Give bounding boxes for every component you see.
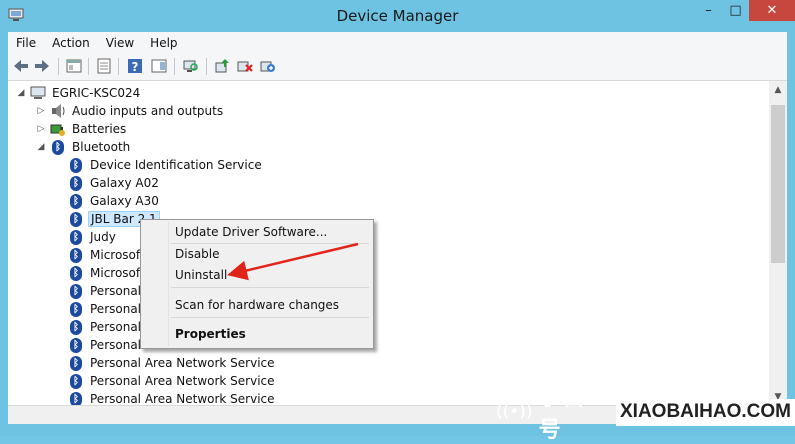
menu-item-uninstall[interactable]: Uninstall (141, 265, 373, 285)
action-pane-icon[interactable] (150, 57, 168, 75)
menu-item-properties[interactable]: Properties (141, 324, 373, 344)
bluetooth-icon: ᛒ (68, 283, 84, 299)
device-tree[interactable]: ◢ EGRIC-KSC024 ▷ Audio inputs and output… (8, 81, 769, 405)
menu-view[interactable]: View (98, 36, 142, 50)
device-label: Personal Area Network Service (90, 356, 275, 370)
menu-separator (171, 287, 369, 288)
computer-name: EGRIC-KSC024 (52, 86, 141, 100)
expand-chevron-icon[interactable]: ▷ (36, 106, 46, 116)
tree-device[interactable]: ᛒ Judy (68, 228, 118, 246)
bluetooth-icon: ᛒ (68, 301, 84, 317)
help-icon[interactable]: ? (126, 57, 144, 75)
update-driver-icon[interactable] (213, 57, 231, 75)
tree-category-batteries[interactable]: ▷ Batteries (36, 120, 128, 138)
tree-device[interactable]: ᛒ Personal Area Network Service (68, 390, 277, 405)
tree-device[interactable]: ᛒ Device Identification Service (68, 156, 264, 174)
menu-item-label: Uninstall (175, 268, 228, 282)
bluetooth-icon: ᛒ (68, 337, 84, 353)
bluetooth-icon: ᛒ (68, 373, 84, 389)
scan-hardware-icon[interactable] (259, 57, 277, 75)
toolbar-separator (206, 58, 207, 75)
tree-device[interactable]: ᛒ Personal Area Network Service (68, 354, 277, 372)
menu-separator (171, 317, 369, 318)
menu-help[interactable]: Help (142, 36, 185, 50)
menu-item-label: Scan for hardware changes (175, 298, 340, 312)
device-label: Galaxy A02 (90, 176, 159, 190)
bluetooth-icon: ᛒ (68, 319, 84, 335)
window-title: Device Manager (336, 7, 459, 25)
properties-icon[interactable] (95, 57, 113, 75)
collapse-chevron-icon[interactable]: ◢ (36, 142, 46, 152)
scroll-up-arrow-icon[interactable]: ▲ (769, 81, 787, 98)
uninstall-device-icon[interactable] (236, 57, 254, 75)
toolbar-separator (88, 58, 89, 75)
bluetooth-icon: ᛒ (68, 247, 84, 263)
bluetooth-icon: ᛒ (68, 265, 84, 281)
speaker-icon (50, 103, 66, 119)
bluetooth-icon: ᛒ (68, 157, 84, 173)
menu-item-scan-hardware[interactable]: Scan for hardware changes (141, 295, 373, 315)
show-hide-console-tree-icon[interactable] (65, 57, 83, 75)
computer-scan-icon[interactable] (182, 57, 200, 75)
bluetooth-icon: ᛒ (68, 193, 84, 209)
watermark-cn: 小白号 (538, 386, 587, 443)
svg-text:?: ? (132, 60, 139, 74)
bluetooth-icon: ᛒ (50, 139, 66, 155)
bluetooth-icon: ᛒ (68, 355, 84, 371)
collapse-chevron-icon[interactable]: ◢ (16, 88, 26, 98)
menu-item-disable[interactable]: Disable (141, 244, 373, 264)
category-label: Bluetooth (72, 140, 131, 154)
device-label: Personal Area Network Service (90, 374, 275, 388)
forward-arrow-icon[interactable] (33, 57, 51, 75)
menu-item-label: Properties (175, 327, 246, 341)
tree-category-bluetooth[interactable]: ◢ ᛒ Bluetooth (36, 138, 132, 156)
category-label: Batteries (72, 122, 127, 136)
bluetooth-icon: ᛒ (68, 229, 84, 245)
minimize-button[interactable]: – (695, 0, 722, 21)
menu-item-update-driver[interactable]: Update Driver Software... (141, 222, 373, 242)
tree-root[interactable]: ◢ EGRIC-KSC024 (16, 84, 142, 102)
toolbar: ? (8, 53, 787, 81)
bluetooth-icon: ᛒ (68, 175, 84, 191)
toolbar-separator (58, 58, 59, 75)
bluetooth-icon: ᛒ (68, 391, 84, 405)
tree-device[interactable]: ᛒ Galaxy A30 (68, 192, 161, 210)
device-label: Galaxy A30 (90, 194, 159, 208)
device-manager-window: Device Manager – □ ✕ File Action View He… (0, 0, 795, 443)
menu-bar: File Action View Help (8, 32, 787, 53)
title-bar[interactable]: Device Manager – □ ✕ (0, 0, 795, 32)
context-menu: Update Driver Software... Disable Uninst… (140, 219, 374, 349)
close-button[interactable]: ✕ (749, 0, 795, 21)
menu-action[interactable]: Action (44, 36, 98, 50)
device-label: Judy (90, 230, 116, 244)
scrollbar-thumb[interactable] (771, 105, 785, 263)
menu-item-label: Disable (175, 247, 220, 261)
menu-item-label: Update Driver Software... (175, 225, 328, 239)
toolbar-separator (118, 58, 119, 75)
device-label: Personal Area Network Service (90, 392, 275, 405)
tree-device[interactable]: ᛒ Personal Area Network Service (68, 372, 277, 390)
bluetooth-icon: ᛒ (68, 211, 84, 227)
computer-icon (30, 85, 46, 101)
tree-device[interactable]: ᛒ Galaxy A02 (68, 174, 161, 192)
device-label: Device Identification Service (90, 158, 262, 172)
tree-category-audio[interactable]: ▷ Audio inputs and outputs (36, 102, 225, 120)
category-label: Audio inputs and outputs (72, 104, 224, 118)
back-arrow-icon[interactable] (12, 57, 30, 75)
battery-icon (50, 121, 66, 137)
watermark-en: XIAOBAIHAO.COM (616, 398, 795, 426)
toolbar-separator (174, 58, 175, 75)
vertical-scrollbar[interactable]: ▲ ▼ (769, 81, 787, 405)
maximize-button[interactable]: □ (722, 0, 749, 21)
watermark-symbol: ((•)) (496, 402, 533, 422)
watermark: ((•)) 小白号 XIAOBAIHAO.COM (490, 386, 795, 443)
expand-chevron-icon[interactable]: ▷ (36, 124, 46, 134)
menu-file[interactable]: File (8, 36, 44, 50)
